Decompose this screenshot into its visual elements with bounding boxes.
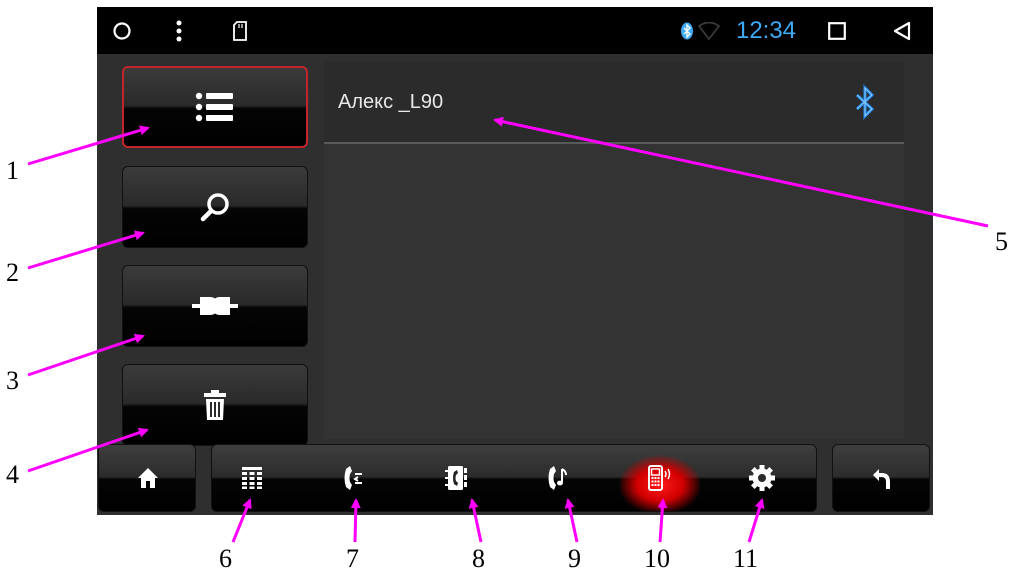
callout-arrow-10 [657,498,668,543]
callout-arrow-9 [564,498,579,543]
callout-label-9: 9 [568,544,581,573]
callout-arrow-6 [231,498,252,543]
callout-label-5: 5 [995,227,1008,256]
callout-arrow-5 [493,116,989,228]
callout-arrow-4 [27,427,149,473]
callout-label-6: 6 [219,544,232,573]
callout-label-4: 4 [6,460,19,489]
callout-label-10: 10 [644,544,670,573]
callout-label-8: 8 [472,544,485,573]
callout-label-11: 11 [733,544,759,573]
callout-label-2: 2 [6,258,19,287]
callout-label-1: 1 [6,156,19,185]
callout-label-3: 3 [6,366,19,395]
callout-arrow-11 [747,498,765,543]
callout-arrows [27,116,989,543]
callout-label-7: 7 [346,544,359,573]
callout-arrow-8 [468,498,483,543]
callout-arrow-1 [27,125,150,166]
callout-arrow-3 [27,333,145,377]
callout-arrow-2 [27,230,145,270]
callout-arrow-7 [350,498,361,543]
